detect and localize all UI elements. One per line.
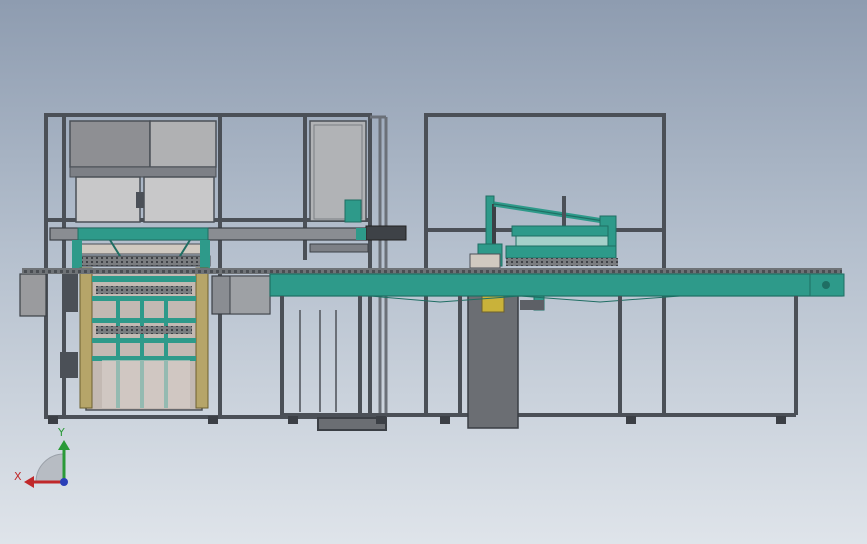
triad-z-axis [60, 478, 68, 486]
support-legs [280, 296, 798, 417]
triad-y-label: Y [57, 426, 65, 439]
lower-magazine [79, 267, 209, 411]
cad-viewport[interactable]: X Y [0, 0, 867, 544]
conveyor-bed [269, 273, 843, 297]
left-cell-back-frame [370, 115, 388, 415]
pick-arm-mechanism [469, 195, 618, 269]
center-column [467, 279, 545, 429]
triad-x-arrow [24, 476, 34, 488]
pick-head-assembly [72, 227, 211, 270]
triad-x-label: X [14, 470, 22, 483]
left-machine-cell[interactable] [19, 113, 407, 419]
triad-plane-indicator [35, 453, 65, 483]
bottom-cross-frame [299, 310, 387, 431]
coordinate-triad[interactable]: X Y [14, 426, 70, 488]
conveyor-chain [22, 268, 842, 274]
triad-y-arrow [58, 440, 70, 450]
